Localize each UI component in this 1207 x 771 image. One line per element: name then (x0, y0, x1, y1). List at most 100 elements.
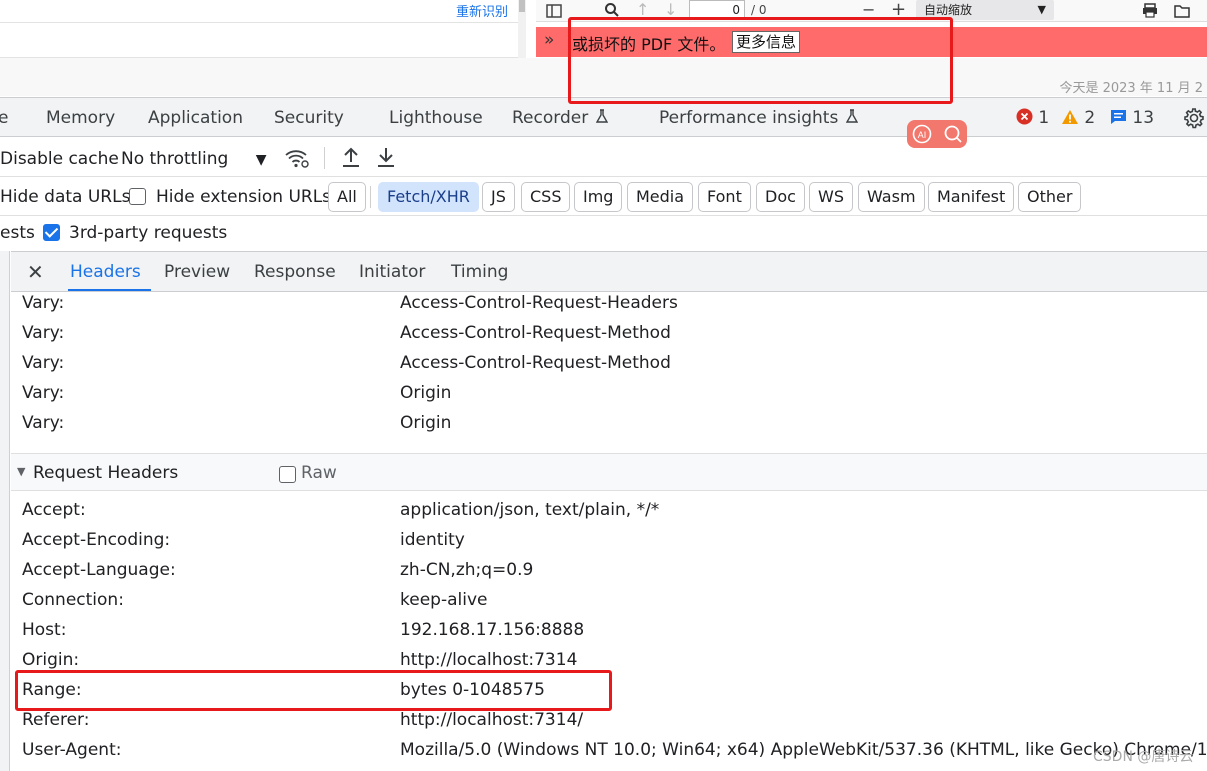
tab-elements-partial[interactable]: e (0, 108, 8, 128)
tab-headers[interactable]: Headers (70, 262, 141, 282)
error-icon (1016, 108, 1033, 125)
toolbar-divider (324, 147, 325, 169)
request-header-name: Accept: (22, 500, 86, 520)
flask-icon (846, 109, 859, 123)
network-conditions-icon[interactable] (284, 147, 310, 169)
network-toolbar-row-1: Disable cache No throttling ▼ (0, 139, 1207, 177)
tab-application[interactable]: Application (148, 108, 243, 128)
print-icon[interactable] (1142, 0, 1158, 22)
tab-security[interactable]: Security (274, 108, 344, 128)
zoom-label: 自动缩放 (924, 3, 973, 17)
filter-other[interactable]: Other (1018, 182, 1082, 212)
third-party-requests-label[interactable]: 3rd-party requests (69, 223, 227, 243)
request-header-name: Origin: (22, 650, 80, 670)
warnings-counter[interactable]: 2 (1061, 108, 1095, 128)
hide-extension-urls-label[interactable]: Hide extension URLs (156, 187, 331, 207)
filter-doc[interactable]: Doc (756, 182, 805, 212)
close-icon[interactable]: ✕ (27, 260, 44, 284)
zoom-in-icon[interactable]: + (891, 0, 906, 22)
today-date-text: 今天是 2023 年 11 月 2 (1059, 81, 1203, 96)
export-har-icon[interactable] (376, 146, 396, 168)
active-tab-indicator (68, 289, 151, 291)
filter-js[interactable]: JS (482, 182, 515, 212)
messages-counter[interactable]: 13 (1110, 108, 1154, 128)
response-header-value: Origin (400, 383, 452, 403)
request-header-name: User-Agent: (22, 740, 122, 760)
pdf-toolbar: ↑ ↓ 0 / 0 − + 自动缩放 ▼ (536, 0, 1207, 22)
request-header-value: keep-alive (400, 590, 488, 610)
chevron-down-icon: ▼ (255, 152, 267, 168)
page-header-area: 重新识别 (0, 0, 520, 58)
filter-font[interactable]: Font (698, 182, 751, 212)
search-icon[interactable] (604, 0, 620, 22)
request-header-value: zh-CN,zh;q=0.9 (400, 560, 534, 580)
request-header-value: application/json, text/plain, */* (400, 500, 660, 520)
page-number-input[interactable]: 0 (689, 0, 745, 20)
response-header-value: Access-Control-Request-Headers (400, 293, 678, 313)
response-header-name: Vary: (22, 383, 65, 403)
request-headers-title: Request Headers (33, 463, 179, 483)
arrow-down-icon[interactable]: ↓ (664, 0, 677, 22)
disable-cache-label[interactable]: Disable cache (0, 149, 119, 169)
filter-media[interactable]: Media (627, 182, 694, 212)
page-strip (0, 58, 1207, 96)
errors-counter[interactable]: 1 (1016, 108, 1049, 128)
request-header-name: Referer: (22, 710, 90, 730)
pdf-error-bar: 或损坏的 PDF 文件。 更多信息 (536, 27, 1207, 57)
zoom-select[interactable]: 自动缩放 ▼ (916, 0, 1054, 20)
request-header-name: Accept-Language: (22, 560, 176, 580)
tab-lighthouse[interactable]: Lighthouse (389, 108, 483, 128)
hide-data-urls-label[interactable]: Hide data URLs (0, 187, 130, 207)
request-header-value: bytes 0-1048575 (400, 680, 545, 700)
request-header-value: Mozilla/5.0 (Windows NT 10.0; Win64; x64… (400, 740, 1207, 760)
request-headers-section-header[interactable]: ▼ Request Headers Raw (11, 453, 1207, 491)
tab-performance-insights-label: Performance insights (659, 108, 839, 128)
response-header-value: Access-Control-Request-Method (400, 353, 671, 373)
filter-wasm[interactable]: Wasm (858, 182, 925, 212)
settings-gear-icon[interactable] (1182, 106, 1206, 130)
tab-preview[interactable]: Preview (164, 262, 230, 282)
chevron-down-icon: ▼ (1037, 3, 1046, 16)
open-file-icon[interactable] (1174, 0, 1190, 22)
tab-response[interactable]: Response (254, 262, 336, 282)
request-header-value: http://localhost:7314 (400, 650, 578, 670)
arrow-up-icon[interactable]: ↑ (636, 0, 649, 22)
zoom-out-icon[interactable]: − (862, 0, 875, 22)
response-header-name: Vary: (22, 293, 65, 313)
filter-all[interactable]: All (328, 182, 366, 212)
devtools-tab-bar: e Memory Application Security Lighthouse… (0, 97, 1207, 137)
warning-icon (1062, 110, 1078, 124)
raw-label[interactable]: Raw (301, 463, 337, 483)
filter-img[interactable]: Img (574, 182, 623, 212)
throttling-label: No throttling (121, 149, 229, 169)
filter-manifest[interactable]: Manifest (928, 182, 1015, 212)
hide-extension-urls-checkbox[interactable] (129, 188, 146, 205)
request-header-name: Connection: (22, 590, 124, 610)
third-party-requests-checkbox[interactable] (43, 224, 60, 241)
filter-fetch-xhr[interactable]: Fetch/XHR (378, 182, 479, 212)
tab-timing[interactable]: Timing (451, 262, 508, 282)
throttling-select[interactable]: No throttling ▼ (121, 149, 267, 169)
filter-ws[interactable]: WS (809, 182, 853, 212)
watermark: CSDN @唐诗云 (1093, 749, 1194, 765)
top-scrollbar[interactable] (518, 0, 526, 58)
response-header-name: Vary: (22, 323, 65, 343)
page-input-area[interactable] (0, 22, 520, 58)
tab-recorder[interactable]: Recorder (512, 108, 609, 128)
messages-count: 13 (1132, 108, 1155, 128)
triangle-down-icon: ▼ (17, 465, 26, 478)
sidebar-toggle-icon[interactable] (546, 0, 562, 22)
request-list-gutter[interactable] (0, 251, 10, 771)
filter-divider (370, 186, 371, 208)
blocked-requests-label[interactable]: ests (0, 223, 35, 243)
recognize-again-link[interactable]: 重新识别 (456, 1, 508, 20)
more-info-button[interactable]: 更多信息 (732, 31, 801, 53)
tab-memory[interactable]: Memory (46, 108, 115, 128)
raw-checkbox[interactable] (279, 466, 296, 483)
filter-css[interactable]: CSS (521, 182, 571, 212)
import-har-icon[interactable] (341, 146, 361, 168)
errors-count: 1 (1038, 108, 1050, 128)
double-chevron-right-icon[interactable]: » (544, 30, 554, 50)
tab-initiator[interactable]: Initiator (359, 262, 425, 282)
tab-performance-insights[interactable]: Performance insights (659, 108, 859, 128)
